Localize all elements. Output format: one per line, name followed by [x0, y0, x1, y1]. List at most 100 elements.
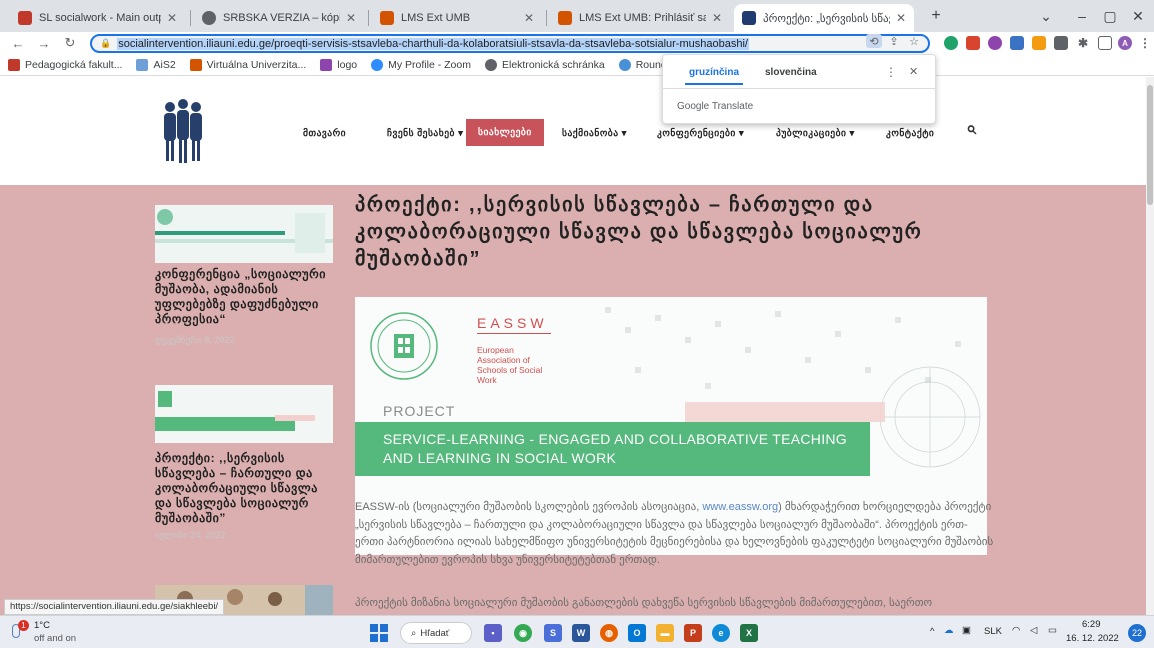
nav-activities[interactable]: საქმიანობა ▾	[562, 128, 627, 139]
tab-lms-ext-umb[interactable]: LMS Ext UMB ✕	[372, 4, 542, 32]
translate-close-icon[interactable]: ✕	[909, 65, 918, 78]
close-window-button[interactable]: ✕	[1120, 4, 1154, 28]
chrome-icon[interactable]: ◉	[514, 624, 532, 642]
tab-title: LMS Ext UMB	[401, 12, 471, 24]
sidebar-post-date-1: დეკემბერი 8, 2022	[155, 335, 235, 345]
word-icon[interactable]: W	[572, 624, 590, 642]
url-text[interactable]: socialintervention.iliauni.edu.ge/proeqt…	[117, 37, 749, 50]
translate-menu-icon[interactable]: ⋮	[885, 65, 897, 79]
wifi-icon[interactable]: ◠	[1012, 625, 1020, 636]
bookmark-favicon-icon	[320, 58, 333, 71]
tab-close-icon[interactable]: ✕	[167, 11, 177, 25]
tab-close-icon[interactable]: ✕	[712, 11, 722, 25]
tab-close-icon[interactable]: ✕	[896, 11, 906, 25]
weather-widget[interactable]: 1	[8, 620, 29, 642]
tab-search-button[interactable]: ⌄	[1028, 4, 1064, 28]
bookmark-virtualna[interactable]: Virtuálna Univerzita...	[189, 58, 306, 71]
excel-icon[interactable]: X	[740, 624, 758, 642]
clock-time[interactable]: 6:29	[1082, 619, 1101, 630]
bookmark-schranka[interactable]: Elektronická schránka	[485, 58, 605, 71]
google-translate-label: Google Translate	[677, 101, 754, 112]
tray-app-icon[interactable]: ▣	[962, 625, 971, 636]
new-tab-button[interactable]: +	[918, 4, 954, 28]
sidebar-thumb-2-graphic	[155, 385, 333, 443]
clock-date[interactable]: 16. 12. 2022	[1066, 633, 1119, 644]
translate-lang-georgian[interactable]: gruzínčina	[684, 67, 744, 85]
browser-menu-icon[interactable]: ⋮	[1138, 36, 1152, 50]
edge-icon[interactable]: e	[712, 624, 730, 642]
extensions-puzzle-icon[interactable]: ✱	[1076, 36, 1090, 50]
extension-green-icon[interactable]	[944, 36, 958, 50]
sidebar-post-date-2: ივლისი 24, 2022	[155, 530, 226, 540]
lock-icon[interactable]: 🔒	[100, 38, 111, 49]
sidebar-post-title-2[interactable]: პროექტი: ,,სერვისის სწავლება – ჩართული დ…	[155, 451, 335, 526]
powerpoint-icon[interactable]: P	[684, 624, 702, 642]
weather-temp: 1°C	[34, 620, 50, 631]
tab-close-icon[interactable]: ✕	[524, 11, 534, 25]
tab-title: პროექტი: „სერვისის სწავლ	[763, 12, 890, 25]
tab-lms-prihlasit[interactable]: LMS Ext UMB: Prihlásiť sa na por ✕	[550, 4, 730, 32]
tab-favicon-icon	[742, 11, 756, 25]
back-arrow-icon[interactable]: ←	[8, 34, 28, 52]
sidebar-thumb-2[interactable]	[155, 385, 333, 443]
sidebar-thumb-1[interactable]	[155, 205, 333, 263]
battery-icon[interactable]: ▭	[1048, 625, 1057, 636]
file-explorer-icon[interactable]: ▬	[656, 624, 674, 642]
nav-news[interactable]: სიახლეები	[466, 119, 544, 146]
nav-conferences[interactable]: კონფერენციები ▾	[657, 128, 744, 139]
nav-publications[interactable]: პუბლიკაციები ▾	[776, 128, 855, 139]
translate-icon[interactable]: ⟲	[866, 34, 882, 48]
app-blue-icon[interactable]: S	[544, 624, 562, 642]
extension-blue-icon[interactable]	[1010, 36, 1024, 50]
windows-start-icon[interactable]	[370, 624, 388, 642]
hero-banner-text: SERVICE-LEARNING - ENGAGED AND COLLABORA…	[383, 431, 848, 466]
tab-active-project[interactable]: პროექტი: „სერვისის სწავლ ✕	[734, 4, 914, 32]
extension-gray-icon[interactable]	[1054, 36, 1068, 50]
extension-red-icon[interactable]	[966, 36, 980, 50]
teams-icon[interactable]: ▪	[484, 624, 502, 642]
eassw-link[interactable]: www.eassw.org	[702, 501, 778, 513]
bookmark-ais2[interactable]: AiS2	[136, 58, 176, 71]
address-bar[interactable]: 🔒 socialintervention.iliauni.edu.ge/proe…	[90, 34, 930, 53]
share-icon[interactable]: ⇪	[886, 34, 902, 48]
bookmark-favicon-icon	[618, 58, 631, 71]
tab-title: LMS Ext UMB: Prihlásiť sa na por	[579, 12, 706, 24]
page-scrollbar[interactable]	[1146, 77, 1154, 615]
onedrive-icon[interactable]: ☁	[944, 625, 954, 636]
scrollbar-thumb[interactable]	[1147, 85, 1153, 205]
tab-close-icon[interactable]: ✕	[346, 11, 356, 25]
profile-avatar[interactable]: A	[1118, 36, 1132, 50]
reload-icon[interactable]: ↻	[60, 34, 80, 52]
tab-title: SL socialwork - Main outputs	[39, 12, 161, 24]
nav-contact[interactable]: კონტაქტი	[886, 128, 934, 139]
input-language[interactable]: SLK	[984, 626, 1002, 637]
tab-sl-socialwork[interactable]: SL socialwork - Main outputs ✕	[10, 4, 185, 32]
tray-overflow-icon[interactable]: ^	[930, 626, 934, 637]
extension-orange-icon[interactable]	[1032, 36, 1046, 50]
firefox-icon[interactable]: ◍	[600, 624, 618, 642]
site-logo[interactable]	[158, 97, 208, 165]
volume-icon[interactable]: ◁	[1030, 625, 1037, 636]
tab-srbska-verzia[interactable]: SRBSKA VERZIA – kópia ✕	[194, 4, 364, 32]
nav-about[interactable]: ჩვენს შესახებ ▾	[387, 128, 463, 139]
taskbar-search[interactable]: ⌕ Hľadať	[400, 622, 472, 644]
side-panel-icon[interactable]	[1098, 36, 1112, 50]
extension-purple-icon[interactable]	[988, 36, 1002, 50]
post-body-paragraph-2: პროექტის მიზანია სოციალური მუშაობის განა…	[355, 597, 933, 609]
notification-badge[interactable]: 22	[1128, 624, 1146, 642]
bookmark-favicon-icon	[8, 58, 20, 71]
tab-favicon-icon	[380, 11, 394, 25]
tab-title: SRBSKA VERZIA – kópia	[223, 12, 340, 24]
sidebar-post-title-1[interactable]: კონფერენცია „სოციალური მუშაობა, ადამიანი…	[155, 267, 335, 327]
search-icon[interactable]: ⌕	[966, 118, 976, 139]
bookmark-pedagogicka[interactable]: Pedagogická fakult...	[8, 58, 122, 71]
forward-arrow-icon[interactable]: →	[34, 34, 54, 52]
nav-home[interactable]: მთავარი	[303, 128, 346, 139]
translate-divider	[663, 88, 935, 89]
eassw-underline	[477, 333, 551, 334]
outlook-icon[interactable]: O	[628, 624, 646, 642]
bookmark-star-icon[interactable]: ☆	[906, 34, 922, 48]
translate-lang-slovak[interactable]: slovenčina	[765, 67, 817, 78]
bookmark-logo[interactable]: logo	[320, 58, 357, 71]
bookmark-zoom[interactable]: My Profile - Zoom	[371, 58, 471, 71]
